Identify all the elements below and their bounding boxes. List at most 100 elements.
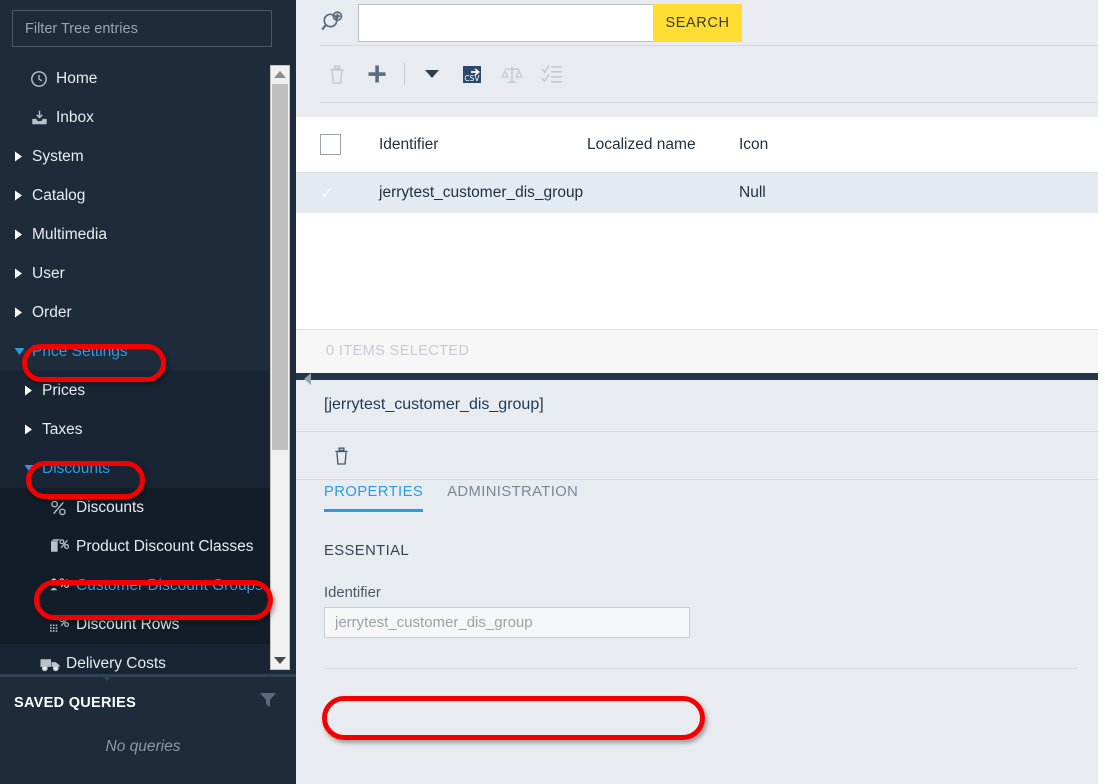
home-clock-icon [30,70,54,88]
check-icon: ✓ [320,183,335,203]
sidebar-item-label: Inbox [56,108,94,126]
customer-percent-icon [50,577,74,594]
identifier-field-label: Identifier [324,584,381,601]
tab-administration[interactable]: ADMINISTRATION [447,480,578,509]
sidebar-item-system[interactable]: System [0,137,270,176]
grid-header-row: Identifier Localized name Icon [296,117,1105,173]
erp-backoffice-window: Home Inbox System Catalog Multimedia User Orde… [0,0,1105,784]
column-header-localized-name[interactable]: Localized name [587,136,739,154]
sidebar-item-label: Catalog [32,186,86,204]
delete-button[interactable] [320,57,354,91]
panel-divider[interactable] [296,372,1105,385]
sidebar-item-order[interactable]: Order [0,293,270,332]
panel-collapse-caret-icon[interactable] [100,674,114,681]
checklist-icon [541,65,562,83]
tree-scroll-down-button[interactable] [271,652,289,669]
search-button[interactable]: SEARCH [653,3,742,42]
column-header-icon[interactable]: Icon [739,136,1105,154]
chevron-right-icon[interactable] [14,151,30,162]
select-all-cell [320,134,350,155]
sidebar-item-label: Discount Rows [76,615,180,633]
sidebar-item-discounts[interactable]: Discounts [0,488,270,527]
tree-scroll-up-button[interactable] [271,66,289,83]
tree-area: Home Inbox System Catalog Multimedia User Orde… [0,59,296,674]
select-all-checkbox[interactable] [320,134,341,155]
magnifier-plus-icon[interactable] [320,10,344,35]
sidebar-item-label: Multimedia [32,225,107,243]
sidebar-item-inbox[interactable]: Inbox [0,98,270,137]
sidebar-item-discounts[interactable]: Discounts [0,449,270,488]
sidebar-item-label: Discounts [76,498,145,516]
truck-icon [40,656,64,672]
sidebar-item-label: Delivery Costs [66,654,166,672]
identifier-input[interactable] [324,606,690,638]
sidebar-item-label: Discounts [42,459,111,477]
compare-button[interactable] [495,57,529,91]
chevron-right-icon[interactable] [24,385,40,396]
sidebar-item-label: Order [32,303,72,321]
tree-scrollbar[interactable] [270,65,290,670]
saved-queries-panel: SAVED QUERIES No queries [0,674,296,784]
cell-identifier: jerrytest_customer_dis_group [379,184,584,201]
section-header-essential: ESSENTIAL [324,542,410,559]
svg-text:CSV: CSV [464,74,480,83]
toolbar-separator [404,63,405,85]
sidebar-item-discount-rows[interactable]: Discount Rows [0,605,270,644]
grid-toolbar: CSV [320,45,1105,103]
selection-status-bar: 0 ITEMS SELECTED [296,328,1105,373]
saved-queries-title: SAVED QUERIES [14,694,137,711]
right-edge-strip [1098,0,1105,784]
plus-icon [368,65,386,83]
sidebar-item-label: Customer Discount Groups [76,576,263,594]
column-header-identifier[interactable]: Identifier [350,136,587,154]
rows-percent-icon [50,616,74,633]
sidebar-item-taxes[interactable]: Taxes [0,410,270,449]
sidebar-item-catalog[interactable]: Catalog [0,176,270,215]
row-check-cell[interactable]: ✓ [320,185,350,202]
sidebar-item-price-settings[interactable]: Price Settings [0,332,270,371]
field-divider [324,667,1077,669]
grid-body: ✓ jerrytest_customer_dis_group Null [296,173,1105,329]
triangle-up-icon [274,71,286,78]
chevron-right-icon[interactable] [14,268,30,279]
sidebar-item-customer-discount-groups[interactable]: Customer Discount Groups [0,566,270,605]
filter-tree-wrapper [0,0,296,59]
sidebar-item-label: Home [56,69,98,87]
saved-queries-empty-text: No queries [105,738,181,755]
grid-toolbar-wrapper: CSV [296,45,1105,117]
sidebar-item-label: Product Discount Classes [76,537,254,555]
sidebar-item-prices[interactable]: Prices [0,371,270,410]
chevron-right-icon[interactable] [14,229,30,240]
chevron-right-icon[interactable] [24,424,40,435]
detail-delete-button[interactable] [324,438,358,472]
sidebar-item-user[interactable]: User [0,254,270,293]
tree-scrollbar-thumb[interactable] [272,84,288,450]
detail-panel: [jerrytest_customer_dis_group] PROPERTIE… [296,379,1105,784]
sidebar-item-delivery-costs[interactable]: Delivery Costs [0,644,270,674]
sidebar-item-product-discount-classes[interactable]: Product Discount Classes [0,527,270,566]
checklist-button[interactable] [535,57,569,91]
divider-caret-icon[interactable] [304,372,311,385]
tab-properties[interactable]: PROPERTIES [324,480,424,512]
trash-icon [334,446,348,465]
chevron-right-icon[interactable] [14,190,30,201]
results-grid: Identifier Localized name Icon ✓ jerrytes… [296,117,1105,373]
chevron-down-icon[interactable] [24,464,40,473]
create-menu-button[interactable] [415,57,449,91]
export-csv-button[interactable]: CSV [455,57,489,91]
sidebar-item-label: Price Settings [32,342,128,360]
chevron-right-icon[interactable] [14,307,30,318]
sidebar-item-label: User [32,264,65,282]
cell-icon: Null [739,184,766,201]
search-input[interactable] [358,3,653,42]
sidebar-item-home[interactable]: Home [0,59,270,98]
caret-down-icon [425,70,439,78]
sidebar-item-multimedia[interactable]: Multimedia [0,215,270,254]
create-button[interactable] [360,57,394,91]
table-row[interactable]: ✓ jerrytest_customer_dis_group Null [296,173,1105,213]
sidebar-item-label: Taxes [42,420,83,438]
percent-icon [50,500,74,516]
funnel-icon[interactable] [260,693,276,712]
chevron-down-icon[interactable] [14,347,30,356]
filter-tree-input[interactable] [12,10,272,47]
